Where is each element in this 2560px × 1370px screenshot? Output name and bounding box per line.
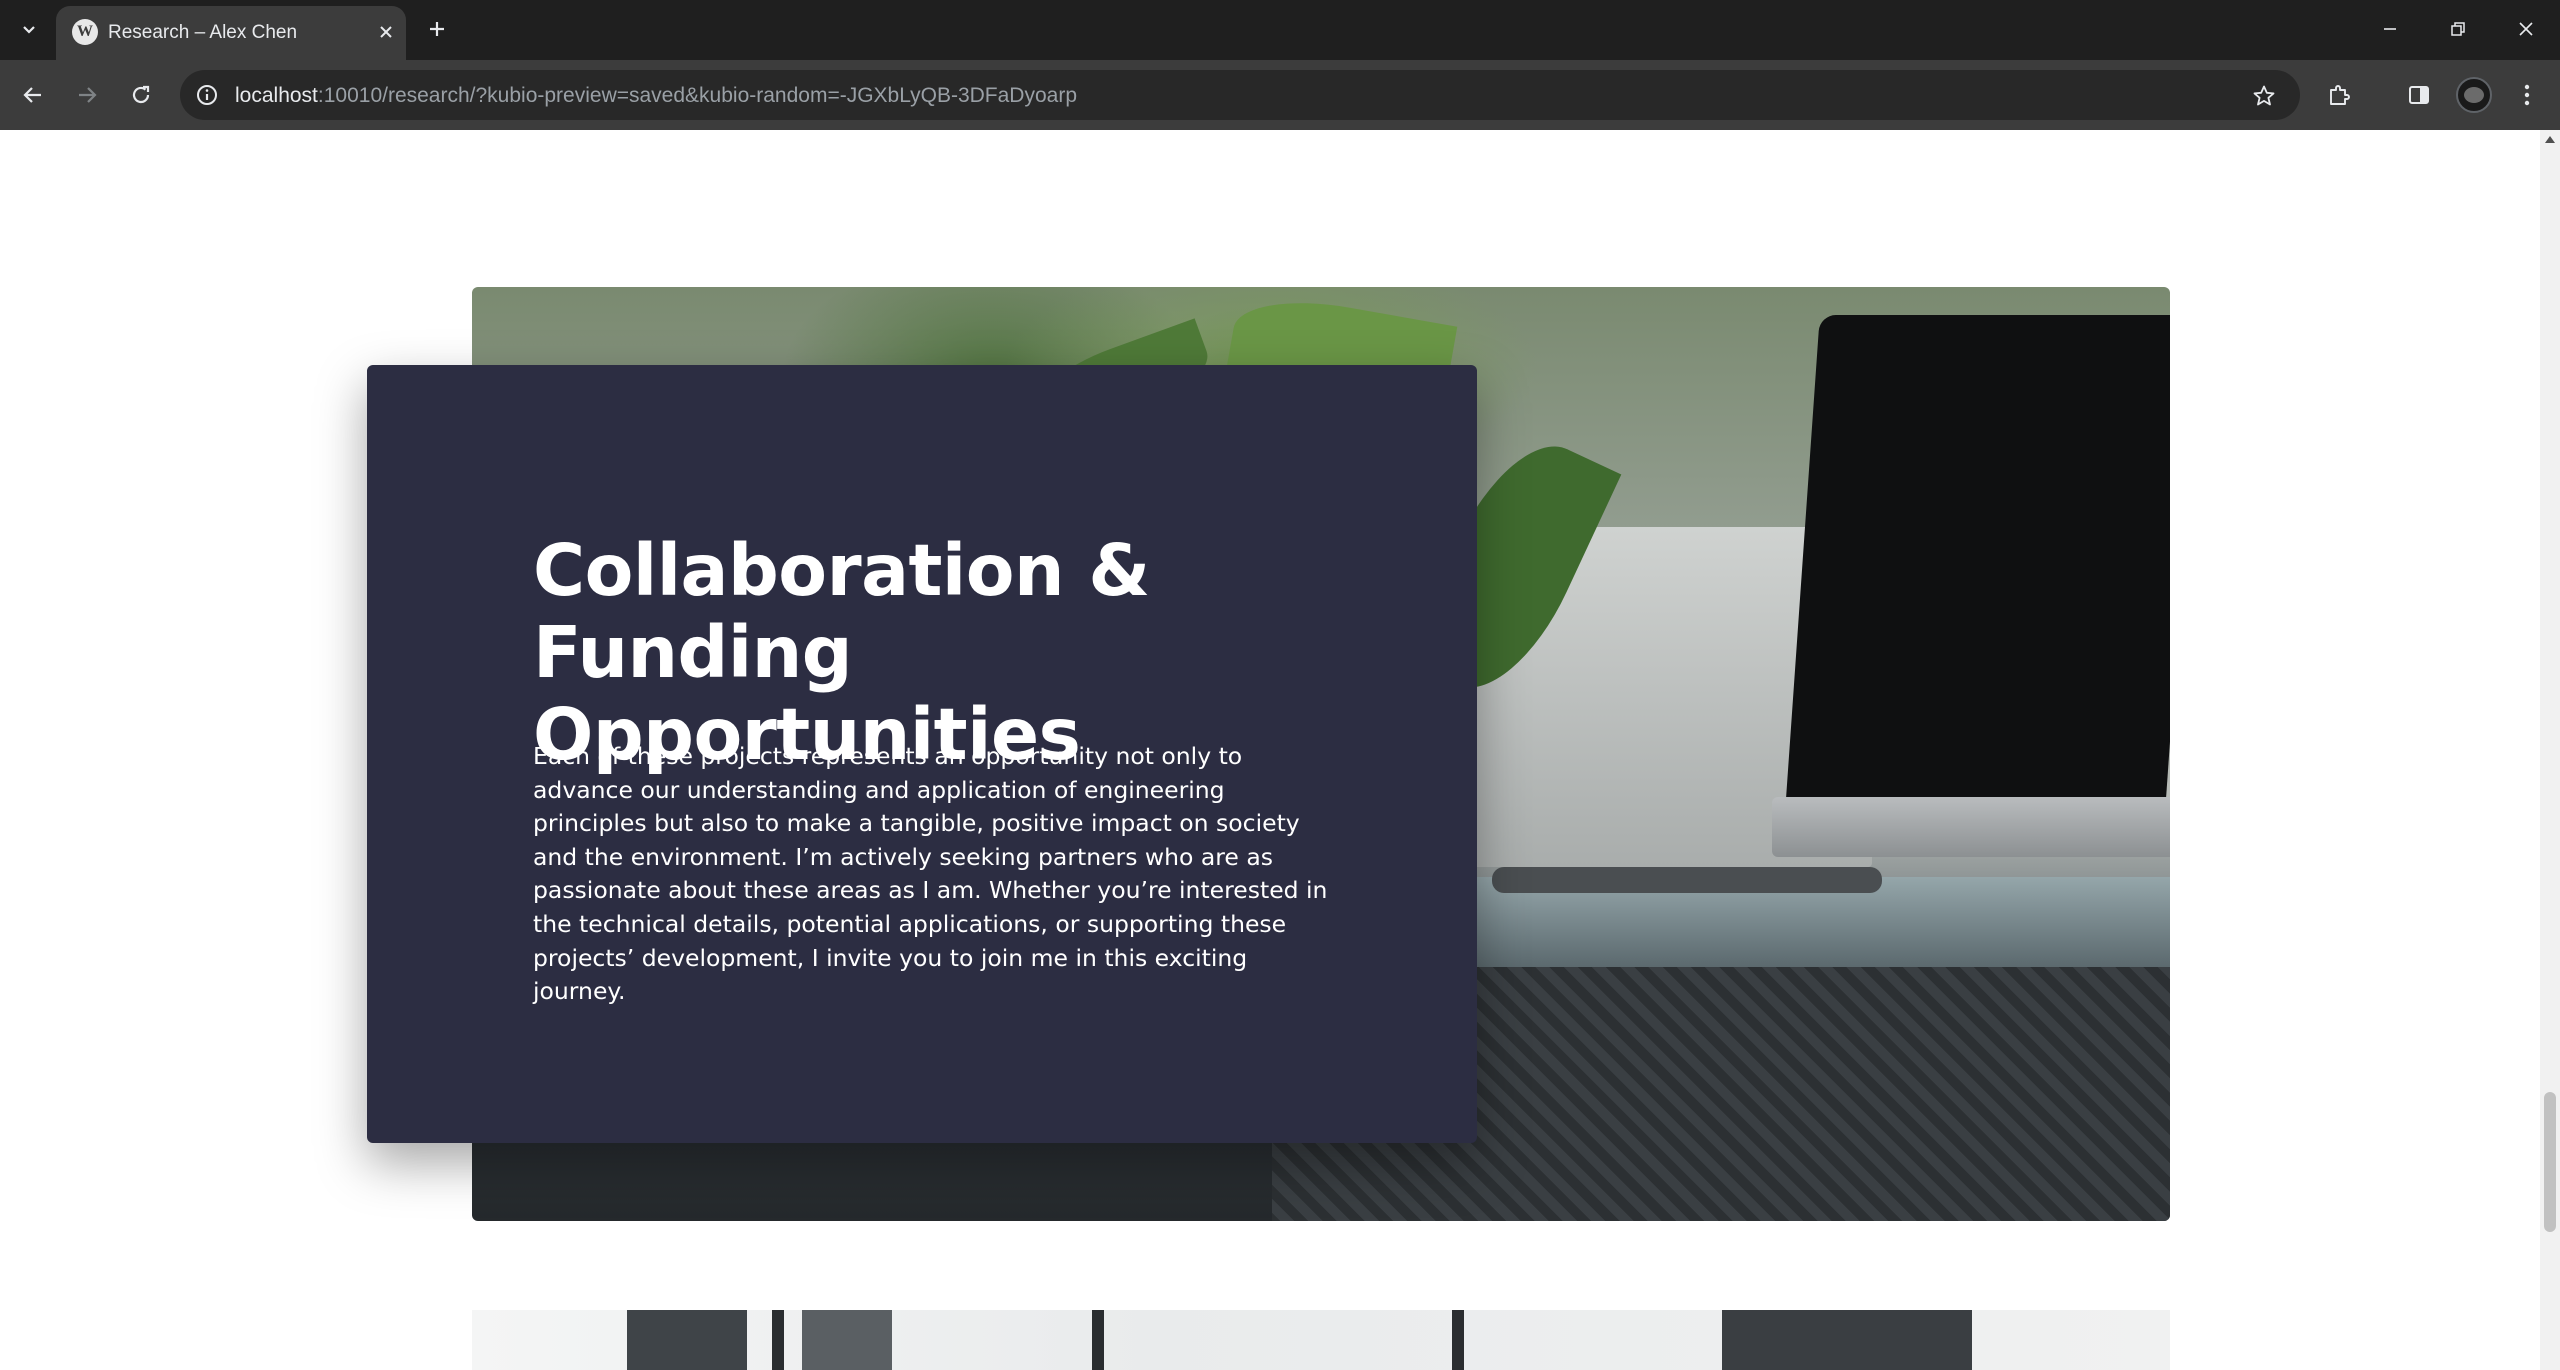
forward-button[interactable] — [68, 76, 106, 114]
url-host: localhost — [235, 84, 318, 107]
tab-close-button[interactable] — [374, 20, 398, 44]
new-tab-button[interactable] — [420, 12, 454, 46]
page-scrollbar[interactable] — [2540, 130, 2560, 1370]
photo-laptop-base — [1772, 797, 2170, 857]
site-info-button[interactable] — [194, 82, 220, 108]
page-viewport: Collaboration & Funding Opportunities Ea… — [0, 130, 2540, 1370]
restore-button[interactable] — [2424, 0, 2492, 58]
tab-search-button[interactable] — [12, 12, 46, 46]
extensions-button[interactable] — [2320, 76, 2358, 114]
star-icon — [2253, 85, 2275, 106]
photo-shape — [1722, 1310, 1972, 1370]
url-text[interactable]: localhost:10010/research/?kubio-preview=… — [235, 84, 1077, 108]
bookmark-button[interactable] — [2250, 82, 2278, 110]
minimize-icon — [2384, 28, 2396, 30]
scroll-thumb[interactable] — [2544, 1092, 2556, 1232]
scroll-up-arrow[interactable] — [2545, 136, 2555, 143]
profile-avatar[interactable] — [2456, 77, 2492, 113]
close-icon — [380, 26, 392, 38]
photo-shape — [1092, 1310, 1104, 1370]
photo-shape — [627, 1310, 747, 1370]
plus-icon — [430, 22, 444, 36]
photo-phone — [1492, 867, 1882, 893]
chevron-down-icon — [23, 26, 35, 34]
next-section-photo — [472, 1310, 2170, 1370]
photo-shape — [802, 1310, 892, 1370]
address-bar[interactable]: localhost:10010/research/?kubio-preview=… — [180, 70, 2300, 120]
section-body-text: Each of these projects represents an opp… — [533, 742, 1328, 1006]
tab-research[interactable]: W Research – Alex Chen — [56, 6, 406, 60]
collaboration-card: Collaboration & Funding Opportunities Ea… — [367, 365, 1477, 1143]
url-path: :10010/research/?kubio-preview=saved&kub… — [317, 84, 1077, 107]
close-window-icon — [2519, 22, 2533, 36]
browser-toolbar: localhost:10010/research/?kubio-preview=… — [0, 60, 2560, 130]
forward-arrow-icon — [79, 87, 97, 103]
side-panel-icon — [2409, 86, 2429, 104]
puzzle-icon — [2330, 85, 2350, 105]
restore-icon — [2451, 22, 2465, 36]
back-button[interactable] — [14, 76, 52, 114]
tab-strip: W Research – Alex Chen — [0, 0, 2560, 60]
browser-menu-button[interactable] — [2508, 76, 2546, 114]
back-arrow-icon — [23, 87, 41, 103]
photo-laptop — [1784, 315, 2170, 825]
minimize-button[interactable] — [2356, 0, 2424, 58]
photo-shape — [1452, 1310, 1464, 1370]
tab-title: Research – Alex Chen — [108, 22, 298, 43]
side-panel-button[interactable] — [2400, 76, 2438, 114]
photo-shape — [772, 1310, 784, 1370]
close-window-button[interactable] — [2492, 0, 2560, 58]
reload-icon — [132, 85, 150, 104]
wordpress-icon: W — [72, 19, 98, 45]
info-icon — [197, 85, 217, 105]
reload-button[interactable] — [122, 76, 160, 114]
kebab-menu-icon — [2524, 84, 2530, 106]
